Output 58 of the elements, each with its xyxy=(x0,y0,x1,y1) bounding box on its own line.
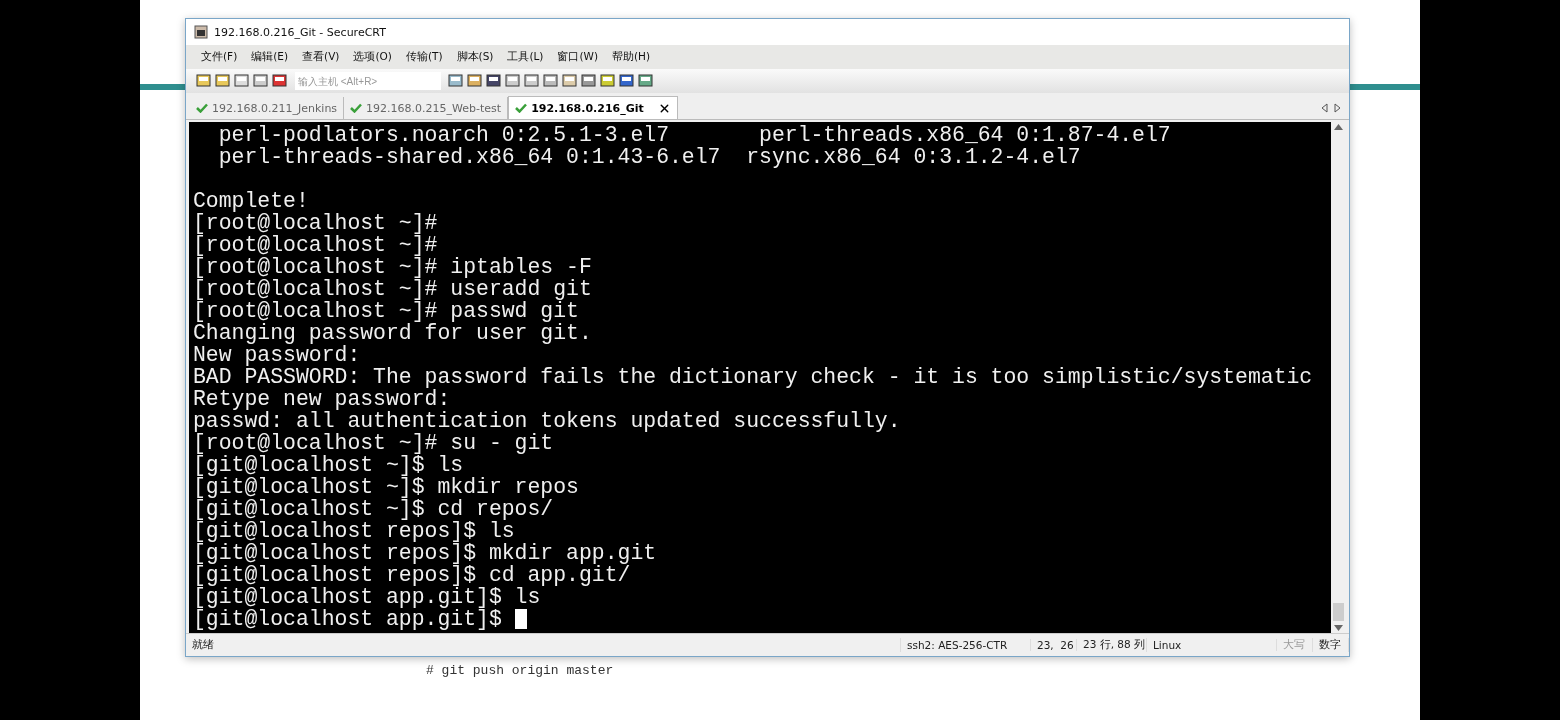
menu-item[interactable]: 窗口(W) xyxy=(550,50,605,64)
terminal-line: [git@localhost ~]$ ls xyxy=(193,454,464,476)
cursor-position: 23, 26 xyxy=(1031,639,1077,651)
terminal-line: [git@localhost repos]$ mkdir app.git xyxy=(193,542,657,564)
terminal-line: [root@localhost ~]# xyxy=(193,212,438,234)
terminal-line: New password: xyxy=(193,344,361,366)
terminal-line: [git@localhost app.git]$ ls xyxy=(193,586,541,608)
tab-label: 192.168.0.216_Git xyxy=(531,101,644,115)
terminal-line: [git@localhost app.git]$ xyxy=(193,608,503,630)
session-tab[interactable]: 192.168.0.211_Jenkins xyxy=(190,97,345,119)
menu-item[interactable]: 文件(F) xyxy=(194,50,245,64)
scrollbar[interactable] xyxy=(1331,122,1346,633)
check-icon xyxy=(350,103,363,113)
terminal-line: [git@localhost ~]$ cd repos/ xyxy=(193,498,554,520)
scroll-thumb[interactable] xyxy=(1333,603,1344,621)
status-text: 就绪 xyxy=(186,638,901,652)
cursor-icon xyxy=(514,609,527,629)
terminal-line: [root@localhost ~]# useradd git xyxy=(193,278,592,300)
terminal-screen[interactable] xyxy=(189,122,1346,633)
app-icon xyxy=(194,25,208,39)
menu-item[interactable]: 工具(L) xyxy=(500,50,551,64)
terminal-line: [root@localhost ~]# passwd git xyxy=(193,300,579,322)
terminal-line: Retype new password: xyxy=(193,388,451,410)
terminal-line: [git@localhost ~]$ mkdir repos xyxy=(193,476,579,498)
host-field[interactable]: 输入主机 <Alt+R> xyxy=(295,72,441,90)
cipher-text: ssh2: AES-256-CTR xyxy=(901,639,1031,651)
key-indicator: 大写 xyxy=(1277,638,1313,652)
terminal-line: BAD PASSWORD: The password fails the dictionary check - it is too simplistic/systematic xyxy=(193,366,1313,388)
tab-right-icon[interactable] xyxy=(1334,103,1341,113)
terminal-line: perl-podlators.noarch 0:2.5.1-3.el7 perl-threads.x86_64 0:1.87-4.el7 xyxy=(217,124,1171,146)
terminal-size: 23 行, 88 列 xyxy=(1077,638,1147,652)
check-icon xyxy=(196,103,208,113)
menu-item[interactable]: 帮助(H) xyxy=(605,50,658,64)
menu-item[interactable]: 脚本(S) xyxy=(449,50,501,64)
terminal-line: Changing password for user git. xyxy=(193,322,592,344)
scroll-up-icon[interactable] xyxy=(1334,124,1343,130)
terminal-line: [git@localhost repos]$ cd app.git/ xyxy=(193,564,631,586)
tab-label: 192.168.0.215_Web-test xyxy=(366,101,502,115)
scroll-down-icon[interactable] xyxy=(1334,625,1343,631)
check-icon xyxy=(515,103,528,113)
tab-label: 192.168.0.211_Jenkins xyxy=(212,101,338,115)
tab-left-icon[interactable] xyxy=(1321,103,1328,113)
terminal-line: [root@localhost ~]# iptables -F xyxy=(193,256,592,278)
os-text: Linux xyxy=(1147,639,1277,651)
window-title: 192.168.0.216_Git - SecureCRT xyxy=(214,25,386,39)
key-indicator: 数字 xyxy=(1313,638,1349,652)
terminal-line: [git@localhost repos]$ ls xyxy=(193,520,515,542)
menu-item[interactable]: 选项(O) xyxy=(346,50,399,64)
session-tab[interactable]: 192.168.0.216_Git xyxy=(508,96,678,119)
menu-item[interactable]: 编辑(E) xyxy=(244,50,296,64)
terminal-line: [root@localhost ~]# xyxy=(193,234,438,256)
menu-item[interactable]: 传输(T) xyxy=(398,50,450,64)
menu-item[interactable]: 查看(V) xyxy=(295,50,347,64)
slide-text: # git push origin master xyxy=(426,663,615,678)
terminal-line: passwd: all authentication tokens updated successfully. xyxy=(193,410,901,432)
terminal-line: perl-threads-shared.x86_64 0:1.43-6.el7 rsync.x86_64 0:3.1.2-4.el7 xyxy=(217,146,1081,168)
terminal-line: [root@localhost ~]# su - git xyxy=(193,432,554,454)
terminal-line: Complete! xyxy=(193,190,309,212)
